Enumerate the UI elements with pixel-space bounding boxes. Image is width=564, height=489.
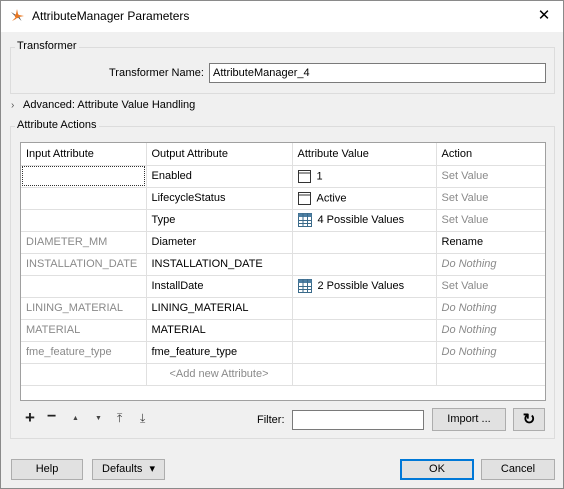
output-attribute-cell[interactable]: LifecycleStatus [146, 187, 293, 210]
title-bar: AttributeManager Parameters ✕ [1, 1, 563, 32]
output-attribute-cell[interactable]: Enabled [146, 165, 293, 188]
input-attribute-cell[interactable] [21, 187, 147, 210]
attribute-value-text: Active [316, 191, 347, 204]
table-header-row: Input Attribute Output Attribute Attribu… [21, 143, 545, 166]
attribute-value-cell[interactable] [292, 319, 437, 342]
table-row[interactable]: MATERIAL MATERIAL Do Nothing [21, 319, 545, 342]
input-attribute-cell[interactable] [21, 275, 147, 298]
table-icon [297, 213, 312, 227]
action-cell[interactable]: Set Value [436, 187, 545, 210]
import-button[interactable]: Import ... [432, 408, 506, 431]
column-header-input[interactable]: Input Attribute [21, 143, 147, 166]
move-up-icon[interactable]: ▲ [72, 415, 79, 422]
attribute-table: Input Attribute Output Attribute Attribu… [20, 142, 546, 401]
cancel-button[interactable]: Cancel [481, 459, 555, 480]
input-attribute-cell[interactable] [21, 165, 147, 188]
window-title: AttributeManager Parameters [32, 9, 190, 23]
filter-input[interactable] [292, 410, 424, 430]
attribute-value-text: 4 Possible Values [317, 213, 405, 226]
action-cell[interactable]: Set Value [436, 275, 545, 298]
table-row[interactable]: DIAMETER_MM Diameter Rename [21, 231, 545, 254]
ok-button[interactable]: OK [400, 459, 474, 480]
input-attribute-cell[interactable] [21, 209, 147, 232]
column-header-value[interactable]: Attribute Value [292, 143, 437, 166]
attribute-value-cell[interactable]: Active [292, 187, 437, 210]
output-attribute-cell[interactable]: InstallDate [146, 275, 293, 298]
input-attribute-cell[interactable]: fme_feature_type [21, 341, 147, 364]
attribute-value-cell[interactable]: 4 Possible Values [292, 209, 437, 232]
action-cell[interactable]: Rename [436, 231, 545, 254]
add-row-icon[interactable]: + [25, 408, 35, 428]
column-header-output[interactable]: Output Attribute [146, 143, 293, 166]
attribute-value-cell[interactable] [292, 231, 437, 254]
action-cell[interactable]: Do Nothing [436, 297, 545, 320]
help-button[interactable]: Help [11, 459, 83, 480]
action-cell[interactable]: Set Value [436, 165, 545, 188]
output-attribute-cell[interactable]: INSTALLATION_DATE [146, 253, 293, 276]
remove-row-icon[interactable]: − [47, 408, 56, 426]
attribute-actions-label: Attribute Actions [15, 119, 99, 131]
input-attribute-cell[interactable]: INSTALLATION_DATE [21, 253, 147, 276]
advanced-expander[interactable]: › Advanced: Attribute Value Handling [11, 99, 195, 111]
dropdown-arrow-icon: ▾ [149, 463, 155, 475]
table-row[interactable]: INSTALLATION_DATE INSTALLATION_DATE Do N… [21, 253, 545, 276]
fme-app-icon [11, 9, 24, 21]
dialog-window: AttributeManager Parameters ✕ Transforme… [0, 0, 564, 489]
defaults-label: Defaults [102, 463, 143, 475]
add-row-action-cell[interactable] [436, 363, 545, 386]
output-attribute-cell[interactable]: Type [146, 209, 293, 232]
refresh-icon[interactable]: ↻ [513, 408, 545, 431]
add-row-value-cell[interactable] [292, 363, 437, 386]
action-cell[interactable]: Do Nothing [436, 341, 545, 364]
output-attribute-cell[interactable]: MATERIAL [146, 319, 293, 342]
column-header-action[interactable]: Action [436, 143, 545, 166]
filter-label: Filter: [257, 414, 285, 426]
table-row[interactable]: Type 4 Possible Values Set Value [21, 209, 545, 232]
advanced-label: Advanced: Attribute Value Handling [23, 99, 196, 111]
attribute-value-cell[interactable]: 1 [292, 165, 437, 188]
move-down-icon[interactable]: ▼ [95, 415, 102, 422]
transformer-name-label: Transformer Name: [109, 67, 204, 79]
output-attribute-cell[interactable]: LINING_MATERIAL [146, 297, 293, 320]
defaults-button[interactable]: Defaults ▾ [92, 459, 165, 480]
action-cell[interactable]: Do Nothing [436, 253, 545, 276]
text-icon [297, 191, 311, 205]
action-cell[interactable]: Do Nothing [436, 319, 545, 342]
output-attribute-cell[interactable]: Diameter [146, 231, 293, 254]
table-icon [297, 279, 312, 293]
attribute-value-cell[interactable] [292, 253, 437, 276]
add-attribute-row[interactable]: <Add new Attribute> [21, 363, 545, 386]
input-attribute-cell[interactable]: MATERIAL [21, 319, 147, 342]
add-new-attribute-cell[interactable]: <Add new Attribute> [146, 363, 293, 386]
attribute-value-cell[interactable] [292, 341, 437, 364]
table-row[interactable]: fme_feature_type fme_feature_type Do Not… [21, 341, 545, 364]
move-top-icon[interactable]: ⤒ [117, 411, 122, 426]
input-attribute-cell[interactable]: DIAMETER_MM [21, 231, 147, 254]
table-row[interactable]: InstallDate 2 Possible Values Set Value [21, 275, 545, 298]
table-row[interactable]: LINING_MATERIAL LINING_MATERIAL Do Nothi… [21, 297, 545, 320]
table-row[interactable]: Enabled 1 Set Value [21, 165, 545, 188]
transformer-name-input[interactable] [209, 63, 546, 83]
action-cell[interactable]: Set Value [436, 209, 545, 232]
output-attribute-cell[interactable]: fme_feature_type [146, 341, 293, 364]
transformer-group-label: Transformer [15, 40, 79, 52]
add-row-input-cell[interactable] [21, 363, 147, 386]
close-icon[interactable]: ✕ [531, 4, 557, 28]
move-bottom-icon[interactable]: ⤓ [140, 411, 145, 426]
table-row[interactable]: LifecycleStatus Active Set Value [21, 187, 545, 210]
input-attribute-cell[interactable]: LINING_MATERIAL [21, 297, 147, 320]
attribute-value-text: 1 [316, 169, 323, 182]
attribute-value-cell[interactable]: 2 Possible Values [292, 275, 437, 298]
attribute-value-cell[interactable] [292, 297, 437, 320]
chevron-right-icon: › [11, 100, 15, 111]
text-icon [297, 169, 311, 183]
attribute-value-text: 2 Possible Values [317, 279, 405, 292]
